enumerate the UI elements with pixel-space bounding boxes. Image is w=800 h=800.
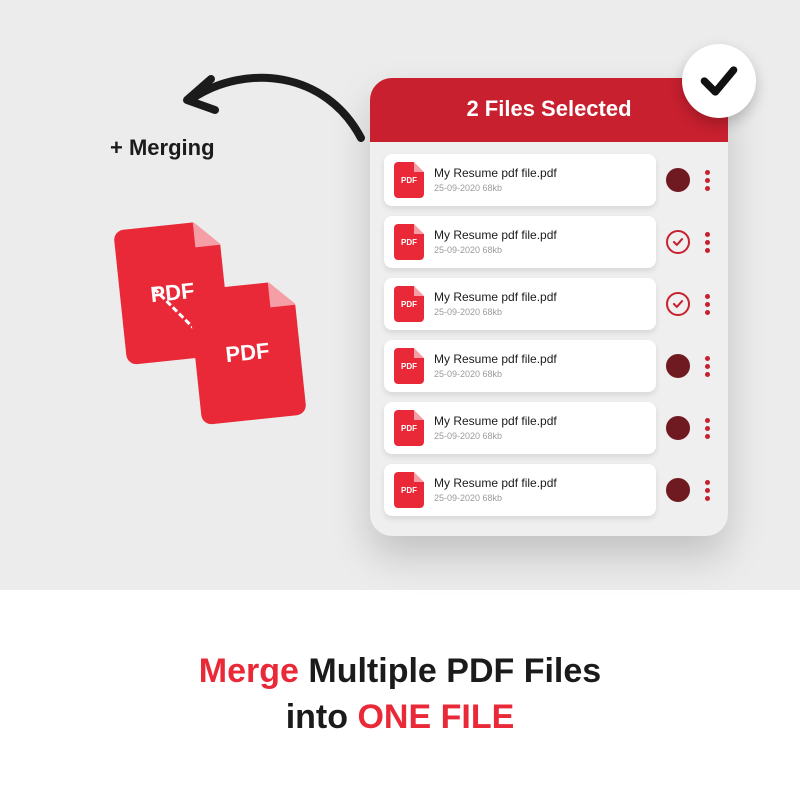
file-meta: 25-09-2020 68kb bbox=[434, 183, 557, 193]
tagline-word-onefile: ONE FILE bbox=[357, 698, 514, 736]
file-name: My Resume pdf file.pdf bbox=[434, 167, 557, 181]
pdf-file-icon: PDF bbox=[394, 224, 424, 260]
pdf-file-icon: PDF bbox=[394, 410, 424, 446]
pdf-file-icon: PDF bbox=[394, 472, 424, 508]
file-row[interactable]: PDF My Resume pdf file.pdf 25-09-2020 68kb bbox=[384, 216, 714, 268]
file-meta: 25-09-2020 68kb bbox=[434, 431, 557, 441]
pdf-icon-label: PDF bbox=[401, 424, 417, 433]
pdf-icon-label: PDF bbox=[401, 486, 417, 495]
select-toggle[interactable] bbox=[666, 478, 690, 502]
select-toggle[interactable] bbox=[666, 230, 690, 254]
pdf-merge-illustration: PDF PDF bbox=[120, 225, 310, 435]
pdf-file-icon: PDF bbox=[394, 162, 424, 198]
file-card[interactable]: PDF My Resume pdf file.pdf 25-09-2020 68kb bbox=[384, 216, 656, 268]
file-text: My Resume pdf file.pdf 25-09-2020 68kb bbox=[434, 167, 557, 193]
check-icon bbox=[671, 297, 685, 311]
tagline-word-into: into bbox=[286, 698, 348, 736]
file-text: My Resume pdf file.pdf 25-09-2020 68kb bbox=[434, 353, 557, 379]
pdf-label: PDF bbox=[224, 337, 270, 367]
file-row[interactable]: PDF My Resume pdf file.pdf 25-09-2020 68kb bbox=[384, 278, 714, 330]
file-meta: 25-09-2020 68kb bbox=[434, 245, 557, 255]
tagline-text: Merge Multiple PDF Files into ONE FILE bbox=[199, 649, 601, 741]
file-row[interactable]: PDF My Resume pdf file.pdf 25-09-2020 68kb bbox=[384, 464, 714, 516]
file-card[interactable]: PDF My Resume pdf file.pdf 25-09-2020 68kb bbox=[384, 464, 656, 516]
more-options-button[interactable] bbox=[700, 480, 714, 501]
file-name: My Resume pdf file.pdf bbox=[434, 477, 557, 491]
file-text: My Resume pdf file.pdf 25-09-2020 68kb bbox=[434, 291, 557, 317]
more-options-button[interactable] bbox=[700, 232, 714, 253]
pdf-icon-label: PDF bbox=[401, 300, 417, 309]
file-card[interactable]: PDF My Resume pdf file.pdf 25-09-2020 68kb bbox=[384, 154, 656, 206]
more-options-button[interactable] bbox=[700, 170, 714, 191]
pdf-icon-label: PDF bbox=[401, 238, 417, 247]
arrow-icon bbox=[175, 52, 365, 147]
pdf-icon-label: PDF bbox=[401, 176, 417, 185]
file-row[interactable]: PDF My Resume pdf file.pdf 25-09-2020 68kb bbox=[384, 154, 714, 206]
file-text: My Resume pdf file.pdf 25-09-2020 68kb bbox=[434, 229, 557, 255]
file-selection-panel: 2 Files Selected PDF My Resume pdf file.p… bbox=[370, 78, 728, 536]
file-meta: 25-09-2020 68kb bbox=[434, 307, 557, 317]
pdf-icon-label: PDF bbox=[401, 362, 417, 371]
tagline-area: Merge Multiple PDF Files into ONE FILE bbox=[0, 590, 800, 800]
file-text: My Resume pdf file.pdf 25-09-2020 68kb bbox=[434, 415, 557, 441]
tagline-word-middle: Multiple PDF Files bbox=[308, 652, 601, 690]
select-toggle[interactable] bbox=[666, 292, 690, 316]
file-card[interactable]: PDF My Resume pdf file.pdf 25-09-2020 68kb bbox=[384, 402, 656, 454]
file-card[interactable]: PDF My Resume pdf file.pdf 25-09-2020 68kb bbox=[384, 340, 656, 392]
tagline-word-merge: Merge bbox=[199, 652, 299, 690]
select-toggle[interactable] bbox=[666, 168, 690, 192]
file-name: My Resume pdf file.pdf bbox=[434, 353, 557, 367]
file-meta: 25-09-2020 68kb bbox=[434, 369, 557, 379]
pdf-file-icon: PDF bbox=[394, 348, 424, 384]
file-row[interactable]: PDF My Resume pdf file.pdf 25-09-2020 68kb bbox=[384, 340, 714, 392]
more-options-button[interactable] bbox=[700, 418, 714, 439]
file-name: My Resume pdf file.pdf bbox=[434, 291, 557, 305]
file-list: PDF My Resume pdf file.pdf 25-09-2020 68kb… bbox=[370, 142, 728, 520]
file-name: My Resume pdf file.pdf bbox=[434, 229, 557, 243]
file-meta: 25-09-2020 68kb bbox=[434, 493, 557, 503]
confirm-badge[interactable] bbox=[682, 44, 756, 118]
select-toggle[interactable] bbox=[666, 416, 690, 440]
select-toggle[interactable] bbox=[666, 354, 690, 378]
file-card[interactable]: PDF My Resume pdf file.pdf 25-09-2020 68kb bbox=[384, 278, 656, 330]
file-name: My Resume pdf file.pdf bbox=[434, 415, 557, 429]
promo-top-area: + Merging PDF PDF 2 Files Selected PDFMy… bbox=[0, 0, 800, 590]
more-options-button[interactable] bbox=[700, 356, 714, 377]
more-options-button[interactable] bbox=[700, 294, 714, 315]
panel-header: 2 Files Selected bbox=[370, 78, 728, 142]
file-row[interactable]: PDF My Resume pdf file.pdf 25-09-2020 68kb bbox=[384, 402, 714, 454]
file-text: My Resume pdf file.pdf 25-09-2020 68kb bbox=[434, 477, 557, 503]
pdf-file-icon: PDF bbox=[394, 286, 424, 322]
check-icon bbox=[671, 235, 685, 249]
pdf-card-front: PDF bbox=[188, 280, 307, 425]
check-icon bbox=[697, 59, 741, 103]
